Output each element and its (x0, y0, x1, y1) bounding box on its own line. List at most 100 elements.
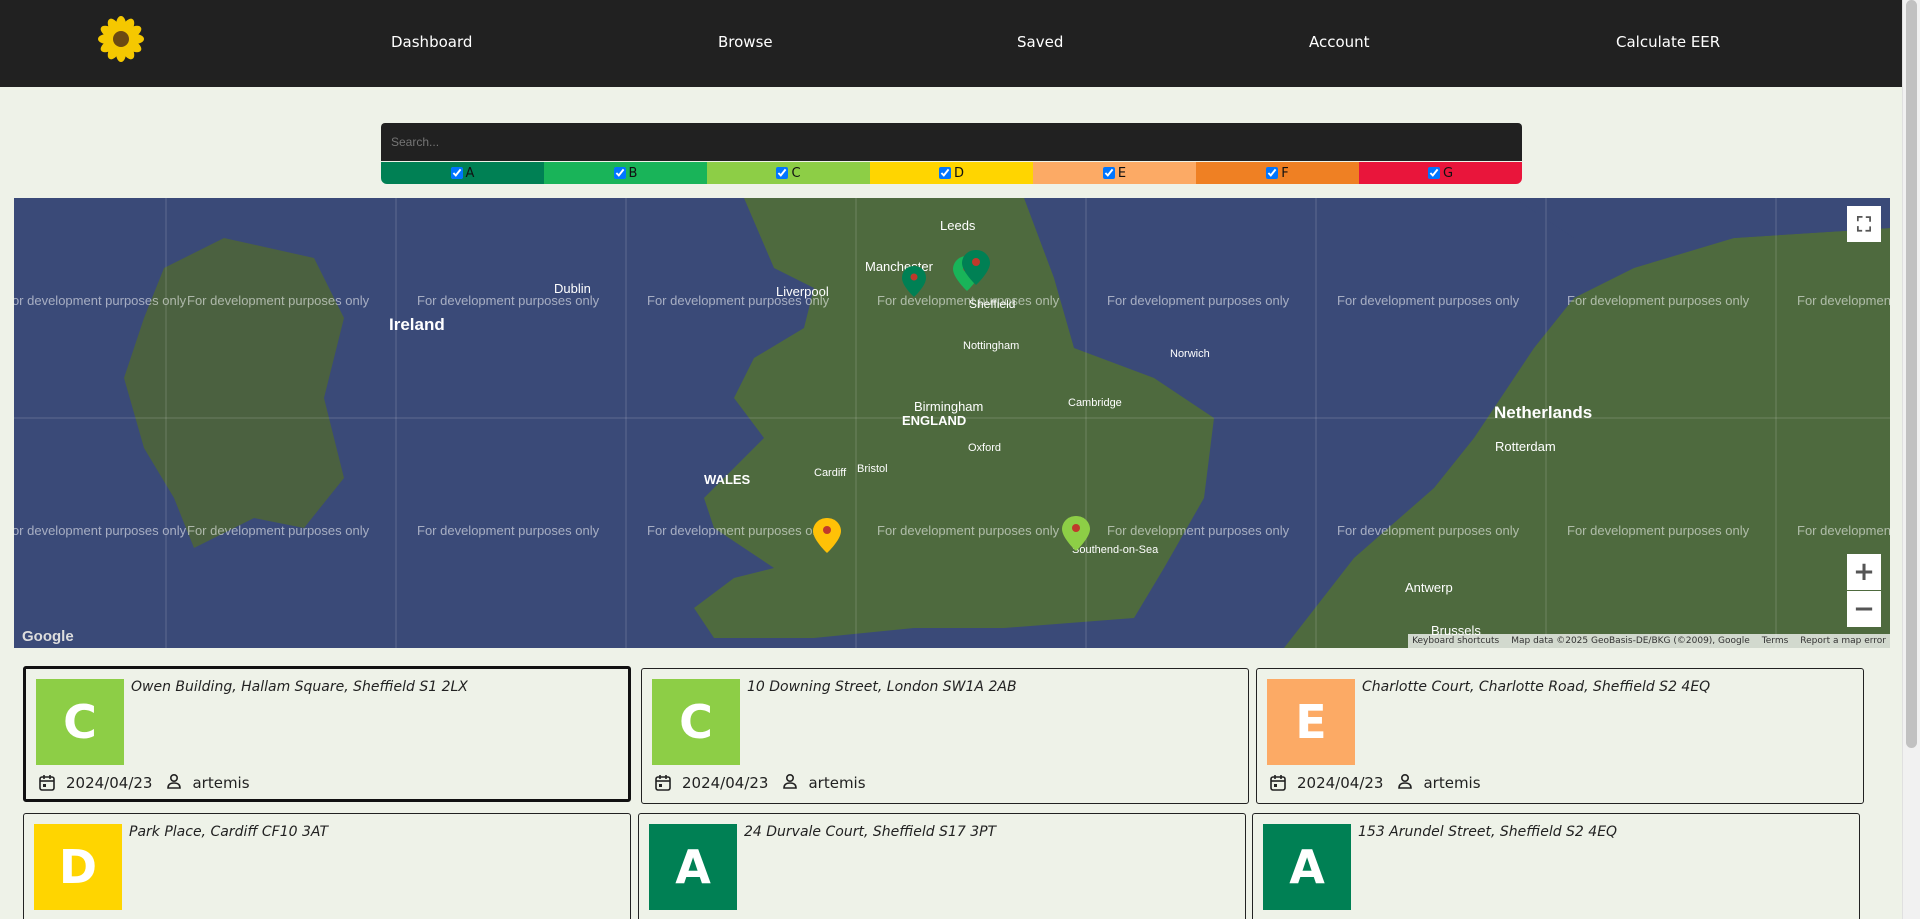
map-view[interactable]: For development purposes only For develo… (14, 198, 1890, 648)
nav-dashboard[interactable]: Dashboard (391, 33, 472, 51)
filter-g-checkbox[interactable] (1427, 167, 1440, 179)
filter-a[interactable]: A (381, 162, 544, 184)
property-address: Owen Building, Hallam Square, Sheffield … (131, 679, 468, 695)
map-label: Ireland (389, 315, 445, 334)
calendar-icon (655, 775, 671, 791)
epc-grade-badge: A (1263, 824, 1351, 910)
filter-a-checkbox[interactable] (450, 167, 463, 179)
map-watermark: For development purposes only (1337, 523, 1520, 538)
map-label: Oxford (968, 442, 1001, 454)
map-watermark: For development purposes only (1567, 293, 1750, 308)
property-card[interactable]: E Charlotte Court, Charlotte Road, Sheff… (1256, 668, 1864, 804)
map-watermark: For development purposes only (417, 523, 600, 538)
epc-grade-badge: C (652, 679, 740, 765)
filter-e-checkbox[interactable] (1102, 167, 1115, 179)
map-watermark: For development purposes only (1337, 293, 1520, 308)
map-label: Nottingham (963, 340, 1019, 352)
continent-landmass (1284, 228, 1890, 648)
property-card[interactable]: C Owen Building, Hallam Square, Sheffiel… (23, 666, 631, 802)
map-label: Southend-on-Sea (1072, 544, 1159, 556)
property-card[interactable]: D Park Place, Cardiff CF10 3AT (23, 813, 631, 919)
property-address: Charlotte Court, Charlotte Road, Sheffie… (1362, 679, 1711, 695)
user-icon (167, 773, 182, 789)
filter-f-checkbox[interactable] (1266, 167, 1279, 179)
map-watermark: For development purposes only (187, 293, 370, 308)
filter-b[interactable]: B (544, 162, 707, 184)
nav-calculate-eer[interactable]: Calculate EER (1616, 33, 1720, 51)
card-meta: 2024/04/23 artemis (38, 773, 250, 793)
map-attribution: Keyboard shortcuts Map data ©2025 GeoBas… (1408, 634, 1890, 648)
property-card[interactable]: A 24 Durvale Court, Sheffield S17 3PT (638, 813, 1246, 919)
map-watermark: For development purposes only (1797, 293, 1890, 308)
filter-c-label: C (791, 165, 801, 181)
calendar-icon (1270, 775, 1286, 791)
zoom-out-button[interactable]: − (1847, 591, 1881, 627)
filter-g-label: G (1442, 165, 1454, 181)
map-watermark: For development purposes only (1107, 293, 1290, 308)
property-card[interactable]: C 10 Downing Street, London SW1A 2AB 202… (641, 668, 1249, 804)
card-date: 2024/04/23 (1297, 774, 1384, 792)
google-logo: Google (22, 628, 74, 645)
property-address: 24 Durvale Court, Sheffield S17 3PT (744, 824, 997, 840)
map-watermark: For development purposes only (14, 523, 187, 538)
nav-saved[interactable]: Saved (1017, 33, 1063, 51)
map-label: ENGLAND (902, 413, 966, 428)
filter-e-label: E (1117, 165, 1127, 181)
map-label: Cardiff (814, 467, 847, 479)
filter-f[interactable]: F (1196, 162, 1359, 184)
property-address: 10 Downing Street, London SW1A 2AB (747, 679, 1017, 695)
property-address: Park Place, Cardiff CF10 3AT (129, 824, 329, 840)
card-meta: 2024/04/23 artemis (654, 773, 866, 793)
property-address: 153 Arundel Street, Sheffield S2 4EQ (1358, 824, 1618, 840)
map-watermark: For development purposes only (647, 523, 830, 538)
report-map-error-link[interactable]: Report a map error (1800, 636, 1886, 646)
property-card[interactable]: A 153 Arundel Street, Sheffield S2 4EQ (1252, 813, 1860, 919)
map-label: Dublin (554, 281, 591, 296)
map-watermark: For development purposes only (1567, 523, 1750, 538)
map-label: Bristol (857, 463, 888, 475)
scrollbar-thumb[interactable] (1906, 0, 1917, 748)
filter-g[interactable]: G (1359, 162, 1522, 184)
filter-d-checkbox[interactable] (938, 167, 951, 179)
keyboard-shortcuts-link[interactable]: Keyboard shortcuts (1412, 636, 1499, 646)
filter-e[interactable]: E (1033, 162, 1196, 184)
card-user: artemis (1423, 774, 1481, 792)
map-watermark: For development purposes only (877, 523, 1060, 538)
card-user: artemis (192, 774, 250, 792)
map-label: Liverpool (776, 284, 829, 299)
map-watermark: For development purposes only (1107, 523, 1290, 538)
filter-d-label: D (953, 165, 964, 181)
card-user: artemis (808, 774, 866, 792)
page-scrollbar[interactable] (1902, 0, 1920, 919)
search-input[interactable] (381, 123, 1522, 161)
nav-browse[interactable]: Browse (718, 33, 773, 51)
map-label: Birmingham (914, 399, 983, 414)
filter-a-label: A (465, 165, 475, 181)
epc-grade-badge: C (36, 679, 124, 765)
calendar-icon (39, 775, 55, 791)
map-label: WALES (704, 472, 751, 487)
filter-b-checkbox[interactable] (613, 167, 626, 179)
map-label: Antwerp (1405, 580, 1453, 595)
epc-grade-badge: A (649, 824, 737, 910)
map-watermark: For development purposes only (187, 523, 370, 538)
map-label: Norwich (1170, 348, 1210, 360)
filter-c-checkbox[interactable] (776, 167, 789, 179)
map-label: Cambridge (1068, 397, 1122, 409)
nav-account[interactable]: Account (1309, 33, 1370, 51)
user-icon (1398, 773, 1413, 789)
filter-d[interactable]: D (870, 162, 1033, 184)
card-meta: 2024/04/23 artemis (1269, 773, 1481, 793)
sunflower-logo-icon[interactable] (98, 16, 144, 62)
fullscreen-icon[interactable]: ⛶ (1847, 206, 1881, 242)
terms-link[interactable]: Terms (1762, 636, 1789, 646)
user-icon (783, 773, 798, 789)
map-data-credit: Map data ©2025 GeoBasis-DE/BKG (©2009), … (1511, 636, 1750, 646)
filter-b-label: B (628, 165, 638, 181)
map-canvas[interactable]: For development purposes only For develo… (14, 198, 1890, 648)
map-label: Rotterdam (1495, 439, 1556, 454)
map-watermark: For development purposes only (1797, 523, 1890, 538)
filter-c[interactable]: C (707, 162, 870, 184)
zoom-in-button[interactable]: + (1847, 554, 1881, 590)
epc-grade-badge: D (34, 824, 122, 910)
